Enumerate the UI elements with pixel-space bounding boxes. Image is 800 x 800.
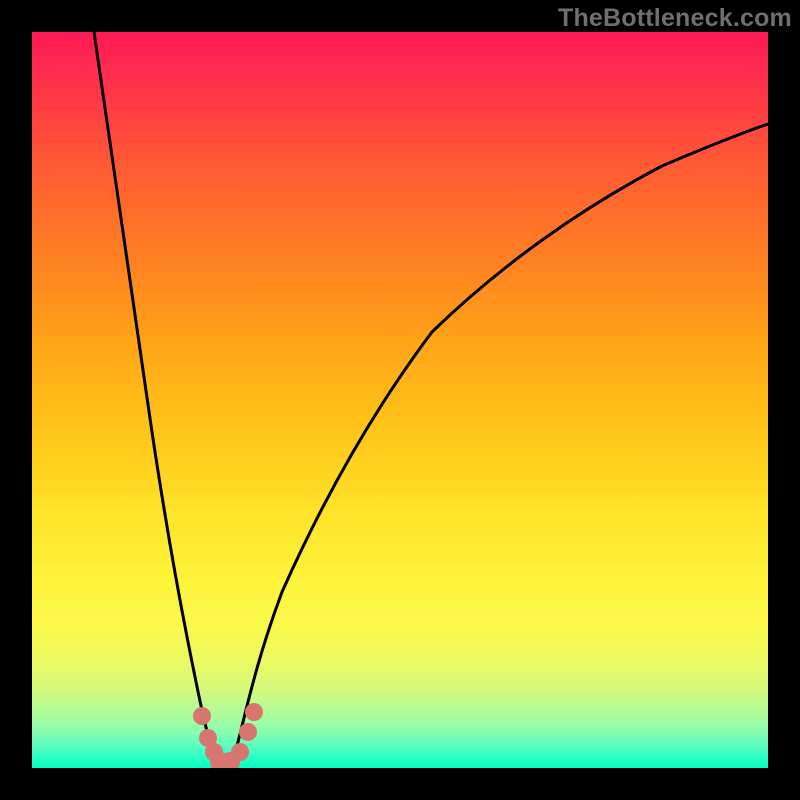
watermark-text: TheBottleneck.com: [558, 4, 792, 33]
marker-dot: [231, 743, 249, 761]
marker-dot: [245, 703, 263, 721]
marker-dot: [193, 707, 211, 725]
bottleneck-curve: [32, 32, 768, 768]
curve-right-branch: [232, 124, 768, 764]
curve-left-branch: [94, 32, 219, 765]
marker-cluster: [193, 703, 263, 768]
plot-area: [32, 32, 768, 768]
marker-dot: [239, 723, 257, 741]
chart-frame: TheBottleneck.com: [0, 0, 800, 800]
